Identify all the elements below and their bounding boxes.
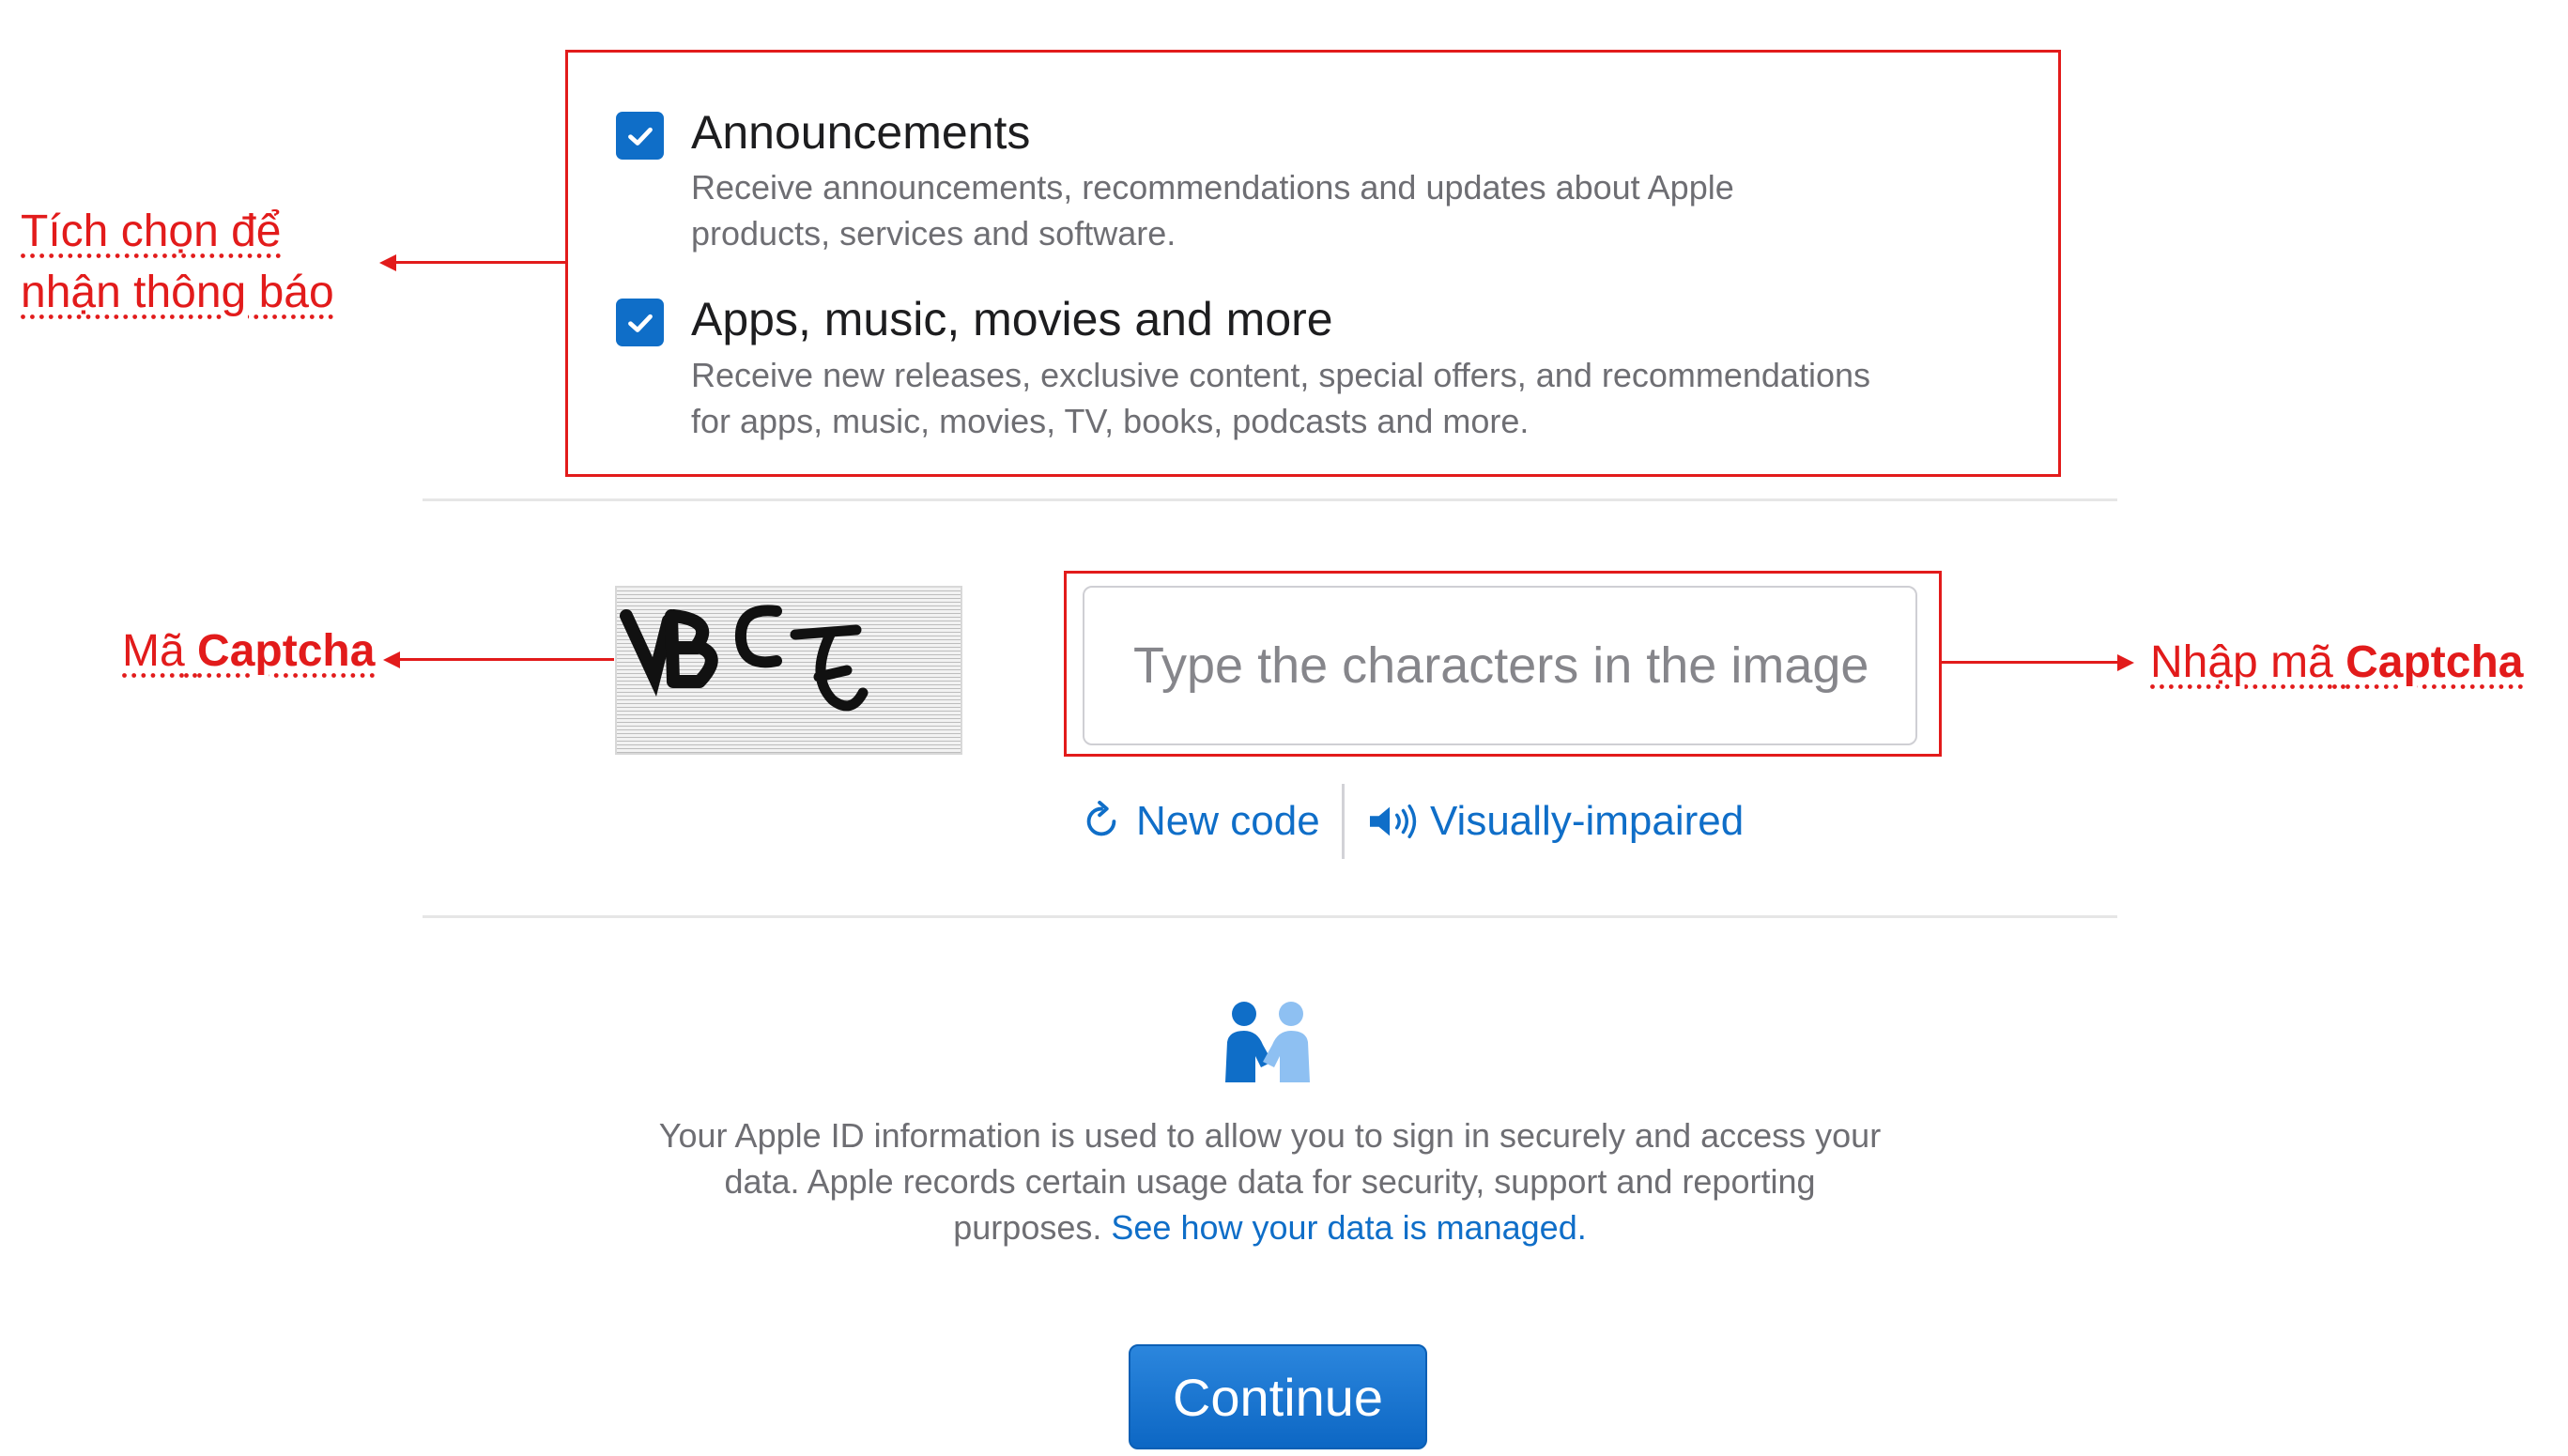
input-annotation: Nhập mã Captcha [2150,637,2524,687]
arrow-right-icon [2117,654,2134,671]
captcha-annotation: Mã Captcha [122,626,376,676]
captcha-input-placeholder: Type the characters in the image [1133,637,1869,694]
announcements-desc-line2: products, services and software. [691,214,1176,253]
privacy-info-line3: purposes. See how your data is managed. [423,1204,2117,1250]
privacy-info-line1: Your Apple ID information is used to all… [658,1116,1882,1155]
check-icon [627,314,653,332]
checkbox-annotation-arrow [394,261,565,264]
data-managed-link[interactable]: See how your data is managed. [1111,1208,1586,1247]
privacy-info-line2: data. Apple records certain usage data f… [724,1162,1816,1201]
section-divider [423,498,2117,501]
captcha-glyphs [620,605,869,712]
captcha-image [615,586,962,755]
apps-music-desc-line1: Receive new releases, exclusive content,… [691,356,1870,394]
check-icon [627,127,653,146]
captcha-input[interactable]: Type the characters in the image [1083,586,1917,745]
checkbox-annotation-line2: nhận thông báo [21,268,334,317]
section-divider [423,915,2117,918]
announcements-checkbox[interactable] [616,112,664,160]
data-privacy-handshake-icon [1225,1002,1310,1082]
new-code-label: New code [1136,798,1320,844]
announcements-desc-line1: Receive announcements, recommendations a… [691,168,1734,207]
apps-music-title: Apps, music, movies and more [691,293,1333,345]
input-annotation-arrow [1942,661,2120,664]
apps-music-desc-line2: for apps, music, movies, TV, books, podc… [691,402,1530,440]
new-code-link[interactable]: New code [1080,798,1320,845]
speaker-icon [1370,804,1417,839]
refresh-icon [1086,800,1116,836]
arrow-left-icon [383,651,400,668]
checkbox-annotation-line1: Tích chọn để [21,207,282,256]
arrow-left-icon [379,254,396,271]
continue-button[interactable]: Continue [1129,1344,1427,1449]
privacy-info-purposes: purposes. [953,1208,1102,1247]
visually-impaired-label: Visually-impaired [1430,798,1745,844]
apps-music-checkbox[interactable] [616,299,664,346]
visually-impaired-link[interactable]: Visually-impaired [1366,798,1744,845]
announcements-title: Announcements [691,106,1031,159]
captcha-annotation-arrow [398,658,614,661]
links-separator [1342,784,1345,859]
